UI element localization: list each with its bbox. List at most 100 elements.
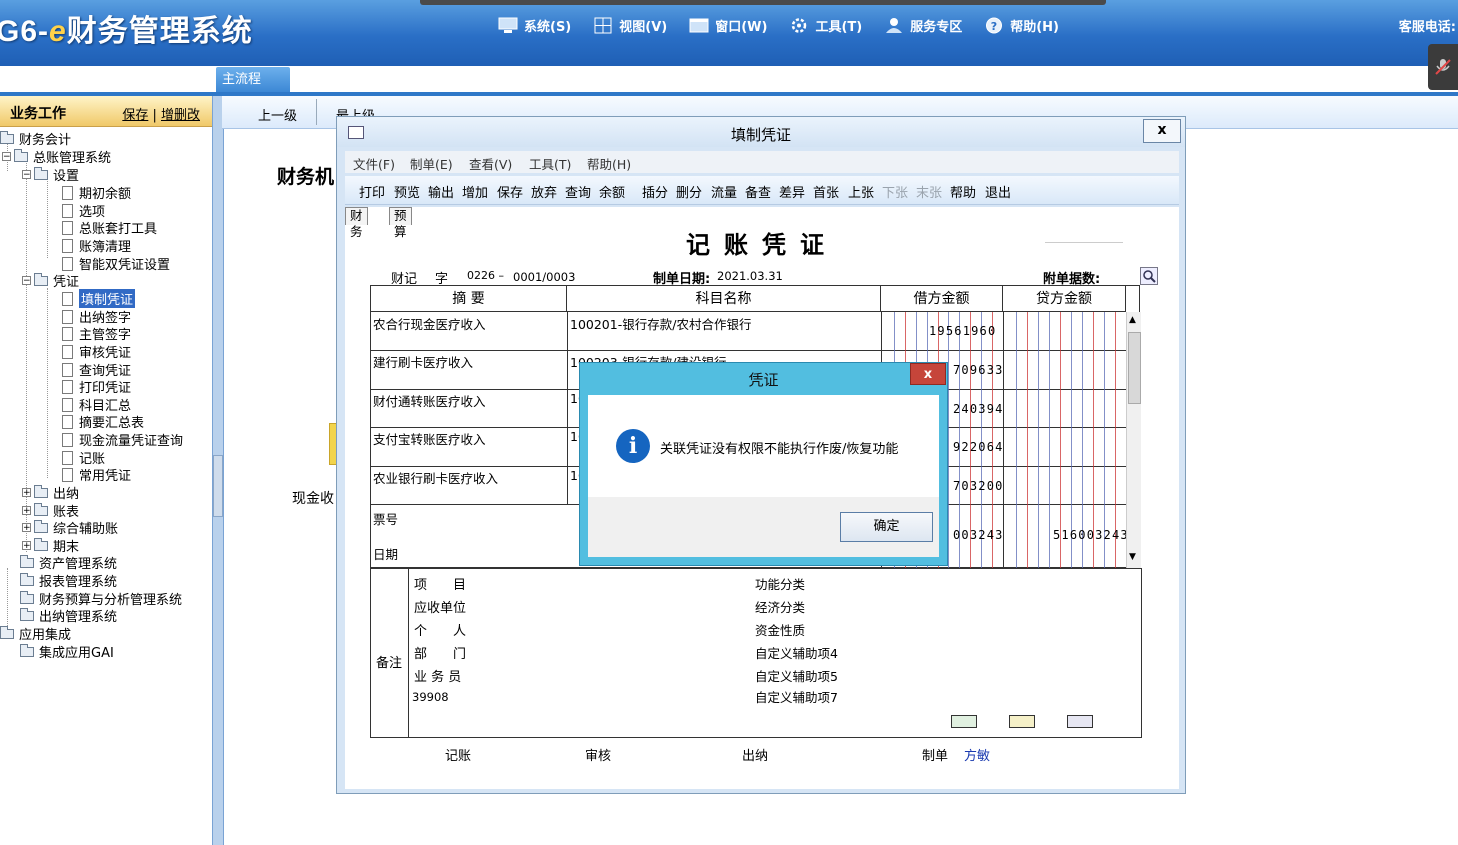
tree-node[interactable]: 选项 xyxy=(62,202,105,220)
entries-scrollbar[interactable]: ▲ ▼ xyxy=(1126,312,1141,568)
tree-node[interactable]: 审核凭证 xyxy=(62,343,131,361)
flow-cash-node[interactable]: 现金收 xyxy=(292,488,334,508)
nav-up-button[interactable]: 上一级 xyxy=(258,105,297,124)
tree-node[interactable]: + 期末 xyxy=(22,537,79,555)
tree-node[interactable]: 出纳签字 xyxy=(62,308,131,326)
tool-help[interactable]: 帮助 xyxy=(950,182,976,201)
tool-exit[interactable]: 退出 xyxy=(985,182,1011,201)
date-value[interactable]: 2021.03.31 xyxy=(717,269,783,283)
tree-node[interactable]: 报表管理系统 xyxy=(20,572,117,590)
entry-debit[interactable]: 703200 xyxy=(953,479,1004,493)
collapse-handle[interactable] xyxy=(213,455,223,517)
tool-print[interactable]: 打印 xyxy=(359,182,385,201)
subtab-budget[interactable]: 预算 xyxy=(389,207,412,239)
tree-node[interactable]: 财务会计 xyxy=(0,130,71,148)
voucher-menu-file[interactable]: 文件(F) xyxy=(353,154,395,173)
tool-preview[interactable]: 预览 xyxy=(394,182,420,201)
tree-node[interactable]: − 总账管理系统 xyxy=(2,148,111,166)
entry-summary[interactable]: 农合行现金医疗收入 xyxy=(371,312,567,335)
list-icon[interactable] xyxy=(951,715,977,728)
menu-service[interactable]: 服务专区 xyxy=(884,13,962,37)
voucher-close-button[interactable]: x xyxy=(1143,119,1181,143)
tree-node[interactable]: − 凭证 xyxy=(22,272,79,290)
menu-tools[interactable]: 工具(T) xyxy=(789,13,862,37)
tool-cashflow[interactable]: 流量 xyxy=(711,182,737,201)
tree-node[interactable]: + 出纳 xyxy=(22,484,79,502)
voucher-menu-make[interactable]: 制单(E) xyxy=(410,154,453,173)
tool-first[interactable]: 首张 xyxy=(813,182,839,201)
entry-summary[interactable]: 财付通转账医疗收入 xyxy=(371,389,567,412)
card-icon[interactable] xyxy=(1009,715,1035,728)
tree-node[interactable]: 集成应用GAI xyxy=(20,643,114,661)
entry-debit[interactable]: 240394 xyxy=(953,402,1004,416)
tab-main-flow[interactable]: 主流程 xyxy=(216,67,290,93)
voucher-number-prefix[interactable]: 0226 – xyxy=(467,269,504,282)
tree-node[interactable]: 摘要汇总表 xyxy=(62,413,144,431)
tool-add[interactable]: 增加 xyxy=(462,182,488,201)
expand-icon[interactable]: + xyxy=(22,541,31,551)
tree-node[interactable]: 出纳管理系统 xyxy=(20,607,117,625)
tree-node[interactable]: 财务预算与分析管理系统 xyxy=(20,590,182,608)
scroll-up-icon[interactable]: ▲ xyxy=(1129,315,1136,325)
tree-node[interactable]: 资产管理系统 xyxy=(20,554,117,572)
tool-next[interactable]: 下张 xyxy=(882,182,908,201)
tree-node[interactable]: 账簿清理 xyxy=(62,237,131,255)
expand-icon[interactable]: + xyxy=(22,488,31,498)
tool-save[interactable]: 保存 xyxy=(497,182,523,201)
tree-node[interactable]: 智能双凭证设置 xyxy=(62,255,170,273)
tree-node[interactable]: 现金流量凭证查询 xyxy=(62,431,183,449)
entry-debit[interactable]: 19561960 xyxy=(929,324,996,338)
tree-node[interactable]: + 综合辅助账 xyxy=(22,519,118,537)
tree-node[interactable]: + 账表 xyxy=(22,502,79,520)
expand-icon[interactable]: + xyxy=(22,523,31,533)
subtab-finance[interactable]: 财务 xyxy=(345,207,368,239)
dialog-close-button[interactable]: x xyxy=(910,363,946,385)
tree-node[interactable]: 总账套打工具 xyxy=(62,219,157,237)
entry-account[interactable]: 100201-银行存款/农村合作银行 xyxy=(568,312,880,335)
entry-debit[interactable]: 922064 xyxy=(953,440,1004,454)
ok-button[interactable]: 确定 xyxy=(840,512,933,542)
print-icon[interactable] xyxy=(1067,715,1093,728)
entry-debit[interactable]: 709633 xyxy=(953,363,1004,377)
expand-icon[interactable]: + xyxy=(22,506,31,516)
search-icon[interactable] xyxy=(1140,267,1158,285)
scroll-thumb[interactable] xyxy=(1128,332,1141,404)
tree-node[interactable]: 记账 xyxy=(62,449,105,467)
tool-last[interactable]: 末张 xyxy=(916,182,942,201)
voucher-menu-tools[interactable]: 工具(T) xyxy=(529,154,571,173)
tool-query[interactable]: 查询 xyxy=(565,182,591,201)
entry-summary[interactable]: 建行刷卡医疗收入 xyxy=(371,350,567,373)
menu-system[interactable]: 系统(S) xyxy=(498,13,571,37)
entry-summary[interactable]: 农业银行刷卡医疗收入 xyxy=(371,466,567,489)
tree-node[interactable]: 常用凭证 xyxy=(62,466,131,484)
tool-export[interactable]: 输出 xyxy=(428,182,454,201)
tree-node[interactable]: 打印凭证 xyxy=(62,378,131,396)
tool-memo[interactable]: 备查 xyxy=(745,182,771,201)
tool-delete-entry[interactable]: 删分 xyxy=(676,182,702,201)
tree-node[interactable]: 应用集成 xyxy=(0,625,71,643)
tool-prev[interactable]: 上张 xyxy=(848,182,874,201)
tree-node[interactable]: 期初余额 xyxy=(62,184,131,202)
add-delete-link[interactable]: 增删改 xyxy=(161,108,200,123)
tool-balance[interactable]: 余额 xyxy=(599,182,625,201)
voucher-titlebar[interactable]: 填制凭证 x xyxy=(337,117,1185,147)
tree-node[interactable]: 科目汇总 xyxy=(62,396,131,414)
collapse-icon[interactable]: − xyxy=(22,170,31,180)
voucher-menu-view[interactable]: 查看(V) xyxy=(469,154,512,173)
collapse-icon[interactable]: − xyxy=(2,152,11,162)
menu-help[interactable]: ? 帮助(H) xyxy=(984,13,1059,37)
tool-discard[interactable]: 放弃 xyxy=(531,182,557,201)
menu-window[interactable]: 窗口(W) xyxy=(689,13,767,37)
tool-diff[interactable]: 差异 xyxy=(779,182,805,201)
tree-node[interactable]: 查询凭证 xyxy=(62,361,131,379)
save-link[interactable]: 保存 xyxy=(122,108,148,123)
tree-node[interactable]: 主管签字 xyxy=(62,325,131,343)
entry-summary[interactable]: 支付宝转账医疗收入 xyxy=(371,427,567,450)
tree-node[interactable]: − 设置 xyxy=(22,166,79,184)
scroll-down-icon[interactable]: ▼ xyxy=(1129,552,1136,562)
mic-button[interactable] xyxy=(1428,44,1458,90)
tree-node-selected[interactable]: 填制凭证 xyxy=(62,289,136,308)
voucher-menu-help[interactable]: 帮助(H) xyxy=(587,154,631,173)
tool-insert-entry[interactable]: 插分 xyxy=(642,182,668,201)
collapse-icon[interactable]: − xyxy=(22,276,31,286)
